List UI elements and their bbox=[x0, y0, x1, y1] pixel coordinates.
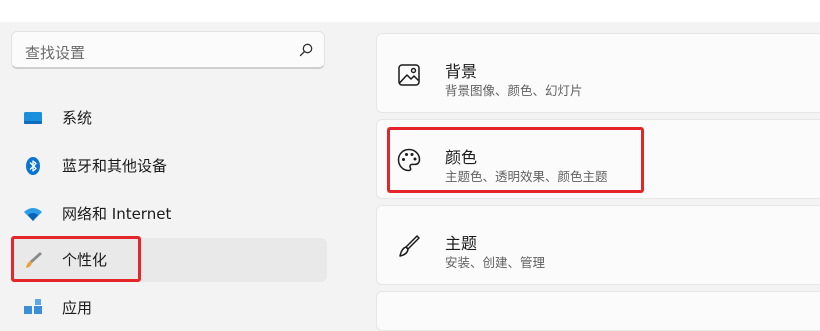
top-band bbox=[0, 0, 820, 22]
highlight-box-colors bbox=[387, 127, 644, 193]
highlight-box-personalization bbox=[11, 236, 141, 282]
sidebar-item-system[interactable]: 系统 bbox=[11, 96, 327, 140]
card-themes[interactable]: 主题 安装、创建、管理 bbox=[376, 205, 820, 285]
monitor-icon bbox=[24, 112, 42, 124]
sidebar-item-bluetooth[interactable]: 蓝牙和其他设备 bbox=[11, 144, 327, 188]
card-subtitle: 背景图像、颜色、幻灯片 bbox=[445, 83, 583, 98]
card-title: 主题 bbox=[445, 234, 478, 253]
wifi-icon bbox=[24, 208, 42, 221]
sidebar-item-apps[interactable]: 应用 bbox=[11, 286, 327, 330]
sidebar-item-label: 网络和 Internet bbox=[62, 205, 172, 223]
brush-icon bbox=[399, 235, 420, 257]
search-input[interactable]: 查找设置 bbox=[25, 42, 85, 63]
sidebar-item-label: 系统 bbox=[62, 109, 93, 127]
sidebar-item-network[interactable]: 网络和 Internet bbox=[11, 192, 327, 236]
image-icon bbox=[398, 64, 420, 86]
card-next[interactable] bbox=[376, 291, 820, 331]
search-box[interactable]: 查找设置 bbox=[11, 31, 325, 69]
sidebar-item-label: 蓝牙和其他设备 bbox=[62, 157, 168, 175]
card-background[interactable]: 背景 背景图像、颜色、幻灯片 bbox=[376, 33, 820, 113]
bluetooth-icon bbox=[26, 157, 40, 175]
sidebar-item-label: 应用 bbox=[62, 299, 93, 317]
card-title: 背景 bbox=[445, 62, 478, 81]
apps-icon bbox=[24, 299, 42, 314]
search-icon[interactable] bbox=[298, 42, 314, 58]
card-subtitle: 安装、创建、管理 bbox=[445, 255, 546, 270]
